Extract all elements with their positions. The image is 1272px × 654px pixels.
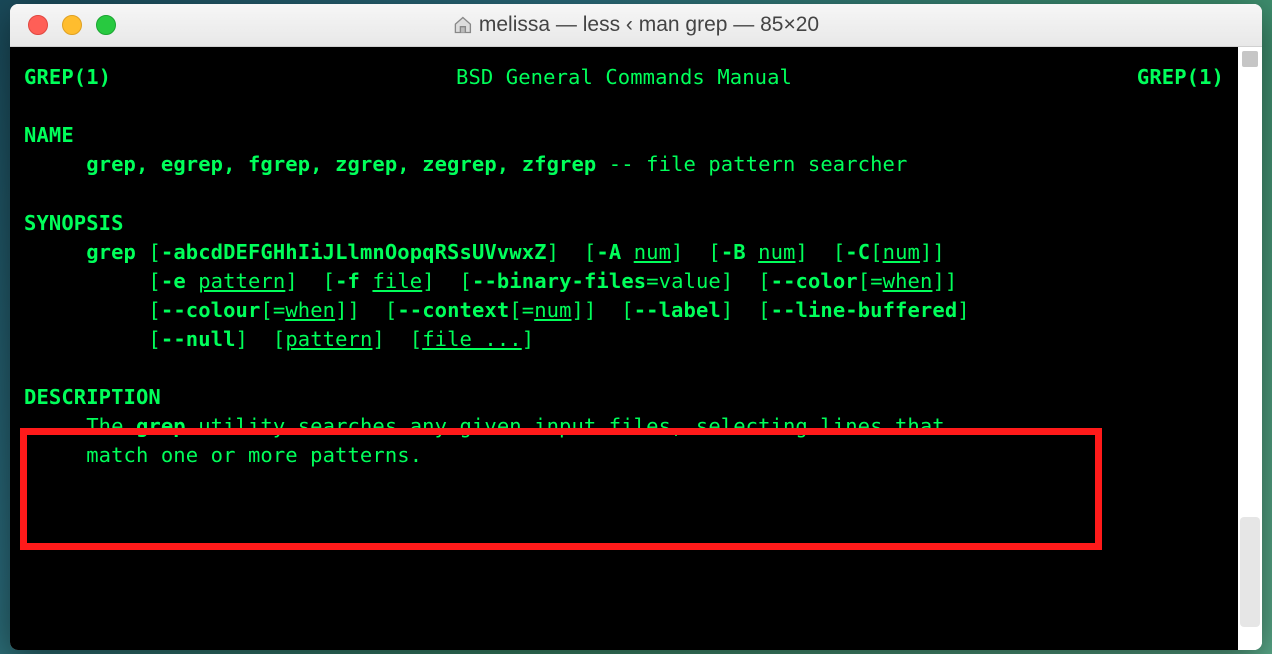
name-description: file pattern searcher — [646, 152, 907, 176]
man-header-right: GREP(1) — [1137, 63, 1224, 92]
syn-B: -B — [721, 240, 746, 264]
syn-A-arg: num — [634, 240, 671, 264]
syn-binfiles-val: =value — [646, 269, 721, 293]
syn-colour: --colour — [161, 298, 261, 322]
home-icon — [453, 15, 473, 35]
syn-pattern-arg: pattern — [285, 327, 372, 351]
section-name: NAME — [24, 123, 74, 147]
minimize-icon[interactable] — [62, 15, 82, 35]
desc-post1: utility searches any given input files, … — [186, 414, 945, 438]
syn-color-arg: when — [883, 269, 933, 293]
scroll-corner-icon — [1242, 51, 1258, 67]
syn-C-arg: num — [883, 240, 920, 264]
syn-C: -C — [845, 240, 870, 264]
man-header-row: GREP(1) BSD General Commands Manual GREP(1… — [24, 63, 1224, 92]
desc-pre: The — [24, 414, 136, 438]
titlebar: melissa — less ‹ man grep — 85×20 — [10, 4, 1262, 47]
scroll-thumb[interactable] — [1240, 517, 1260, 627]
name-commands: grep, egrep, fgrep, zgrep, zegrep, zfgre… — [86, 152, 596, 176]
syn-file-arg: file ... — [422, 327, 522, 351]
syn-binfiles: --binary-files — [472, 269, 646, 293]
desc-line2: match one or more patterns. — [24, 443, 422, 467]
section-synopsis: SYNOPSIS — [24, 211, 124, 235]
desc-grep: grep — [136, 414, 186, 438]
syn-colour-arg: when — [285, 298, 335, 322]
syn-e-arg: pattern — [198, 269, 285, 293]
syn-B-arg: num — [758, 240, 795, 264]
syn-color: --color — [771, 269, 858, 293]
terminal-window: melissa — less ‹ man grep — 85×20 GREP(1… — [10, 4, 1262, 650]
scrollbar[interactable] — [1238, 47, 1262, 650]
terminal-content[interactable]: GREP(1) BSD General Commands Manual GREP(1… — [10, 47, 1238, 650]
syn-context: --context — [397, 298, 509, 322]
maximize-icon[interactable] — [96, 15, 116, 35]
syn-flags: -abcdDEFGHhIiJLlmnOopqRSsUVvwxZ — [161, 240, 547, 264]
syn-f-arg: file — [372, 269, 422, 293]
name-dash: -- — [596, 152, 646, 176]
syn-f: -f — [335, 269, 360, 293]
section-description: DESCRIPTION — [24, 385, 161, 409]
syn-cmd: grep — [86, 240, 136, 264]
syn-label: --label — [634, 298, 721, 322]
window-title: melissa — less ‹ man grep — 85×20 — [453, 13, 819, 37]
window-title-text: melissa — less ‹ man grep — 85×20 — [479, 13, 819, 37]
syn-A: -A — [596, 240, 621, 264]
syn-context-arg: num — [534, 298, 571, 322]
syn-linebuf: --line-buffered — [771, 298, 958, 322]
close-icon[interactable] — [28, 15, 48, 35]
man-header-left: GREP(1) — [24, 63, 111, 92]
syn-e: -e — [161, 269, 186, 293]
traffic-lights — [10, 15, 116, 35]
terminal-body: GREP(1) BSD General Commands Manual GREP(1… — [10, 47, 1262, 650]
man-header-center: BSD General Commands Manual — [456, 63, 792, 92]
syn-null: --null — [161, 327, 236, 351]
